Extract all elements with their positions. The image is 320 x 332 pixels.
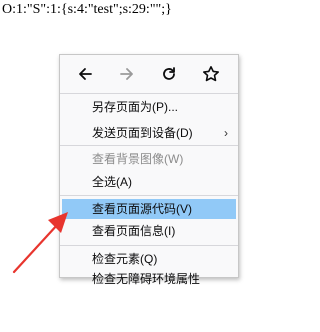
menu-item-label: 发送页面到设备(D) — [92, 126, 193, 140]
menu-item-label: 查看页面信息(I) — [92, 224, 176, 238]
menu-separator — [60, 245, 238, 246]
menu-item-view-background-image: 查看背景图像(W) — [62, 149, 236, 169]
page-code-text: O:1:"S":1:{s:4:"test";s:29:"";} — [2, 2, 172, 17]
menu-item-label: 检查无障碍环境属性 — [92, 272, 201, 286]
menu-item-save-page-as[interactable]: 另存页面为(P)... — [62, 97, 236, 117]
menu-item-label: 另存页面为(P)... — [92, 100, 178, 114]
menu-item-label: 检查元素(Q) — [92, 252, 158, 266]
menu-item-view-page-source[interactable]: 查看页面源代码(V) — [62, 199, 236, 219]
reload-icon — [163, 67, 175, 80]
menu-item-send-page-to-device[interactable]: 发送页面到设备(D) › — [62, 123, 236, 143]
bookmark-button[interactable] — [200, 63, 222, 85]
menu-item-view-page-info[interactable]: 查看页面信息(I) — [62, 221, 236, 241]
back-button[interactable] — [74, 63, 96, 85]
back-arrow-icon — [79, 68, 92, 80]
submenu-arrow-icon: › — [224, 126, 228, 140]
menu-item-inspect-accessibility[interactable]: 检查无障碍环境属性 — [62, 269, 236, 289]
forward-arrow-icon — [120, 68, 133, 80]
navigation-row — [60, 55, 238, 91]
menu-item-label: 查看背景图像(W) — [92, 152, 184, 166]
forward-button[interactable] — [116, 63, 138, 85]
reload-button[interactable] — [158, 63, 180, 85]
context-menu: 另存页面为(P)... 发送页面到设备(D) › 查看背景图像(W) 全选(A)… — [59, 54, 239, 286]
menu-separator — [60, 145, 238, 146]
menu-separator — [60, 195, 238, 196]
star-icon — [203, 66, 219, 82]
menu-item-label: 全选(A) — [92, 175, 132, 189]
menu-item-label: 查看页面源代码(V) — [92, 202, 192, 216]
menu-item-inspect-element[interactable]: 检查元素(Q) — [62, 249, 236, 269]
menu-separator — [60, 93, 238, 94]
menu-item-select-all[interactable]: 全选(A) — [62, 172, 236, 192]
